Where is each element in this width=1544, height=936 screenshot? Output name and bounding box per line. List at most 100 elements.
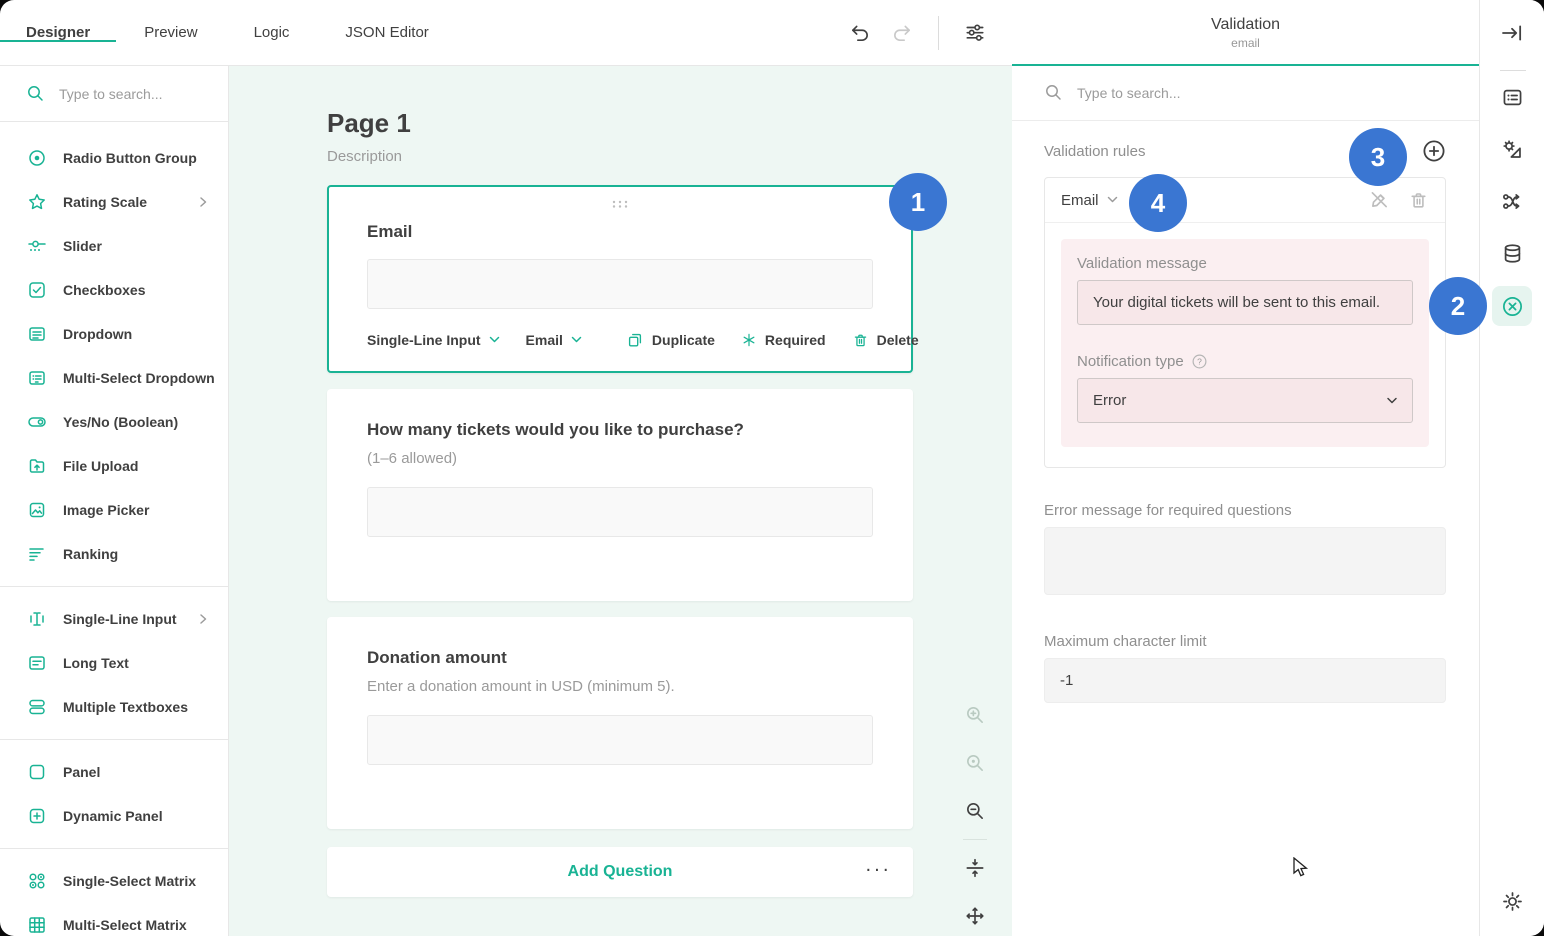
question-description[interactable]: (1–6 allowed) — [367, 449, 873, 469]
delete-rule-icon[interactable] — [1408, 190, 1429, 211]
zoom-out-icon — [964, 800, 986, 822]
collapse-panel-button[interactable] — [1499, 20, 1525, 46]
notification-type-select[interactable]: Error — [1077, 378, 1413, 423]
property-panel-subtitle: email — [1231, 35, 1260, 51]
max-chars-input[interactable] — [1044, 658, 1446, 703]
property-search-input[interactable] — [1077, 85, 1446, 101]
toolbox-item-single-select-matrix[interactable]: Single-Select Matrix — [0, 859, 228, 903]
delete-button[interactable]: Delete — [852, 332, 919, 349]
undo-button[interactable] — [846, 19, 874, 47]
toolbox-sidebar: Radio Button Group Rating Scale Slider C… — [0, 66, 229, 936]
redo-button[interactable] — [888, 19, 916, 47]
toolbox-item-panel[interactable]: Panel — [0, 750, 228, 794]
toolbox-item-radio-button-group[interactable]: Radio Button Group — [0, 136, 228, 180]
tab-preview[interactable]: Preview — [116, 24, 225, 41]
zoom-out-button[interactable] — [963, 799, 987, 823]
toolbox-item-ranking[interactable]: Ranking — [0, 532, 228, 576]
property-search[interactable] — [1012, 66, 1479, 121]
toolbox-search-input[interactable] — [59, 86, 212, 102]
collapse-all-button[interactable] — [963, 856, 987, 880]
toolbox-list: Radio Button Group Rating Scale Slider C… — [0, 122, 228, 936]
toolbox-item-multi-select-dropdown[interactable]: Multi-Select Dropdown — [0, 356, 228, 400]
property-panel-header: Validation email — [1012, 0, 1479, 65]
category-data-button[interactable] — [1499, 240, 1525, 266]
toolbox-item-boolean[interactable]: Yes/No (Boolean) — [0, 400, 228, 444]
tab-designer[interactable]: Designer — [0, 24, 116, 41]
validation-message-input[interactable] — [1077, 280, 1413, 325]
edit-disabled-icon[interactable] — [1368, 189, 1390, 211]
category-validation-button[interactable] — [1492, 286, 1532, 326]
more-icon[interactable]: ··· — [865, 859, 891, 882]
svg-text:?: ? — [1197, 357, 1202, 367]
question-title[interactable]: How many tickets would you like to purch… — [367, 419, 873, 441]
settings-sliders-button[interactable] — [961, 19, 989, 47]
duplicate-button[interactable]: Duplicate — [626, 331, 715, 349]
toolbox-item-dynamic-panel[interactable]: Dynamic Panel — [0, 794, 228, 838]
required-button[interactable]: Required — [741, 332, 826, 348]
question-card-tickets[interactable]: How many tickets would you like to purch… — [327, 389, 913, 601]
toolbox-item-label: Rating Scale — [63, 194, 182, 210]
question-type-dropdown[interactable]: Single-Line Input — [367, 332, 500, 348]
drag-handle[interactable] — [367, 199, 873, 207]
chevron-down-icon — [489, 336, 500, 344]
move-icon — [964, 905, 986, 927]
add-question-label: Add Question — [568, 863, 673, 881]
long-text-icon — [27, 653, 47, 673]
add-rule-icon[interactable] — [1422, 139, 1446, 163]
toolbox-item-label: Slider — [63, 238, 208, 254]
slider-icon — [27, 236, 47, 256]
required-error-textarea[interactable] — [1044, 527, 1446, 595]
category-design-button[interactable] — [1499, 136, 1525, 162]
input-type-label: Email — [526, 332, 563, 348]
toolbar-divider — [938, 16, 939, 50]
collapse-all-icon — [964, 857, 986, 879]
toolbox-item-dropdown[interactable]: Dropdown — [0, 312, 228, 356]
drag-mode-button[interactable] — [963, 904, 987, 928]
question-input[interactable] — [367, 715, 873, 765]
tab-json-editor[interactable]: JSON Editor — [317, 24, 456, 41]
canvas-zoom-toolbar — [963, 703, 987, 936]
toolbox-item-multiple-textboxes[interactable]: Multiple Textboxes — [0, 685, 228, 729]
zoom-reset-button[interactable] — [963, 751, 987, 775]
page-title[interactable]: Page 1 — [327, 108, 1012, 138]
toolbox-item-image-picker[interactable]: Image Picker — [0, 488, 228, 532]
add-question-bar[interactable]: Add Question ··· — [327, 847, 913, 897]
settings-button[interactable] — [1499, 888, 1525, 914]
chevron-down-icon — [1107, 196, 1118, 204]
annotation-badge-3: 3 — [1349, 128, 1407, 186]
question-input[interactable] — [367, 487, 873, 537]
question-card-email[interactable]: Email Single-Line Input Email — [327, 185, 913, 373]
dynamic-panel-icon — [27, 806, 47, 826]
page-description[interactable]: Description — [327, 146, 1012, 168]
toolbox-item-long-text[interactable]: Long Text — [0, 641, 228, 685]
collapse-panel-icon — [1500, 21, 1524, 45]
toolbox-item-label: Long Text — [63, 655, 208, 671]
category-general-button[interactable] — [1499, 84, 1525, 110]
question-title[interactable]: Donation amount — [367, 647, 873, 669]
toolbox-item-multi-select-matrix[interactable]: Multi-Select Matrix — [0, 903, 228, 936]
toolbox-item-label: File Upload — [63, 458, 208, 474]
toolbox-item-single-line-input[interactable]: Single-Line Input — [0, 597, 228, 641]
toolbox-item-file-upload[interactable]: File Upload — [0, 444, 228, 488]
input-type-dropdown[interactable]: Email — [526, 332, 582, 348]
toolbox-item-checkboxes[interactable]: Checkboxes — [0, 268, 228, 312]
zoom-in-button[interactable] — [963, 703, 987, 727]
category-logic-button[interactable] — [1499, 188, 1525, 214]
sliders-icon — [964, 22, 986, 44]
zoom-reset-icon — [964, 752, 986, 774]
question-input[interactable] — [367, 259, 873, 309]
question-type-label: Single-Line Input — [367, 332, 481, 348]
toolbox-item-label: Checkboxes — [63, 282, 208, 298]
toolbox-group-divider — [0, 848, 228, 849]
question-title[interactable]: Email — [367, 221, 873, 243]
rule-type-dropdown[interactable]: Email — [1061, 192, 1118, 209]
tab-logic[interactable]: Logic — [226, 24, 318, 41]
question-description[interactable]: Enter a donation amount in USD (minimum … — [367, 677, 873, 697]
question-card-donation[interactable]: Donation amount Enter a donation amount … — [327, 617, 913, 829]
toolbox-search[interactable] — [0, 66, 228, 122]
toolbox-item-slider[interactable]: Slider — [0, 224, 228, 268]
toolbox-item-rating-scale[interactable]: Rating Scale — [0, 180, 228, 224]
help-icon: ? — [1191, 353, 1208, 370]
chevron-right-icon — [198, 196, 208, 208]
notification-type-label: Notification type — [1077, 353, 1184, 370]
